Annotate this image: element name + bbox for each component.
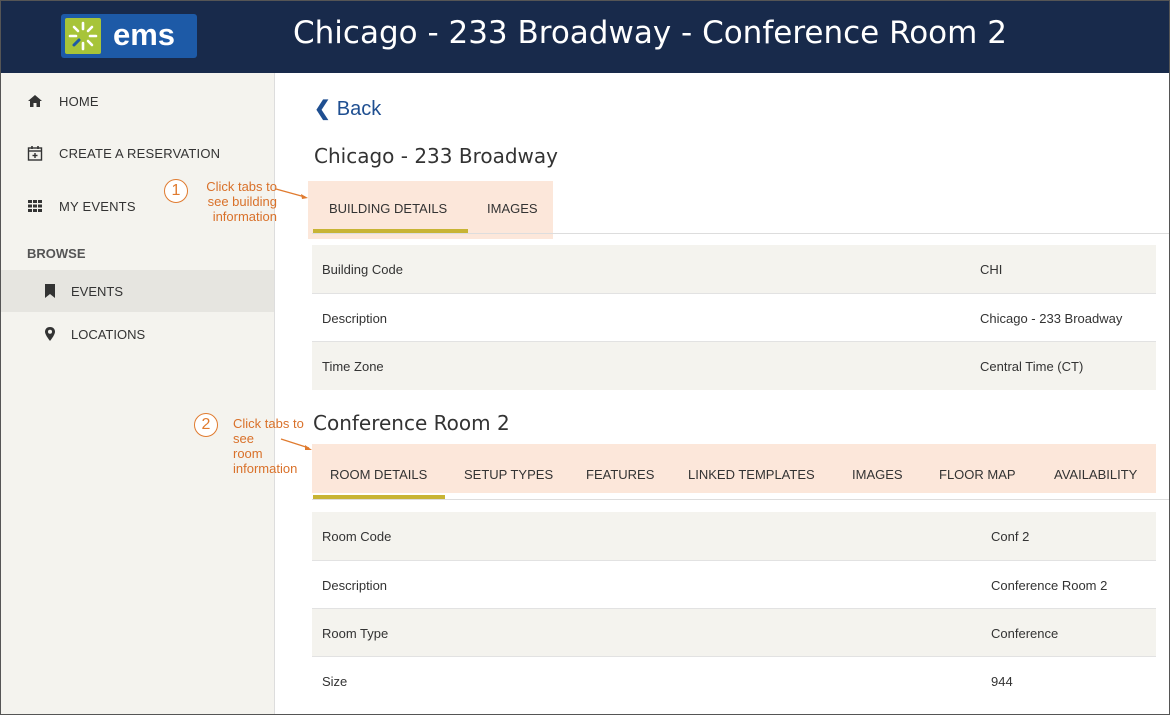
annotation-line: Click tabs to <box>233 416 304 431</box>
table-row: Description Chicago - 233 Broadway <box>312 294 1156 342</box>
annotation-number-1: 1 <box>164 179 188 203</box>
row-key: Description <box>322 311 388 326</box>
row-value: CHI <box>980 262 1003 277</box>
tab-room-images[interactable]: IMAGES <box>852 467 903 482</box>
browse-heading: BROWSE <box>27 246 86 261</box>
row-key: Size <box>322 674 348 689</box>
calendar-plus-icon <box>27 145 43 161</box>
map-pin-icon <box>43 326 57 342</box>
row-value: Central Time (CT) <box>980 359 1084 374</box>
annotation-arrow-2 <box>280 438 312 450</box>
table-row: Description Conference Room 2 <box>312 561 1156 609</box>
tab-building-images[interactable]: IMAGES <box>487 201 538 216</box>
back-link[interactable]: ❮ Back <box>314 96 381 121</box>
annotation-line: Click tabs to <box>206 179 277 194</box>
annotation-arrow-1 <box>275 188 308 199</box>
row-key: Description <box>322 578 388 593</box>
row-value: Conference <box>991 626 1059 641</box>
room-title: Conference Room 2 <box>313 411 510 435</box>
top-bar: ems Chicago - 233 Broadway - Conference … <box>1 1 1169 73</box>
table-row: Time Zone Central Time (CT) <box>312 342 1156 390</box>
sidebar-item-label: MY EVENTS <box>59 199 136 214</box>
app-window: ems Chicago - 233 Broadway - Conference … <box>0 0 1170 715</box>
sidebar-item-create-reservation[interactable]: CREATE A RESERVATION <box>1 133 274 173</box>
tab-divider <box>312 233 1169 234</box>
annotation-number-2: 2 <box>194 413 218 437</box>
tab-setup-types[interactable]: SETUP TYPES <box>464 467 553 482</box>
tab-availability[interactable]: AVAILABILITY <box>1054 467 1137 482</box>
row-key: Room Code <box>322 529 392 544</box>
bookmark-icon <box>43 283 57 299</box>
tab-room-details[interactable]: ROOM DETAILS <box>330 467 427 482</box>
row-key: Room Type <box>322 626 389 641</box>
table-row: Building Code CHI <box>312 245 1156 293</box>
row-value: 944 <box>991 674 1013 689</box>
annotation-line: information <box>233 461 298 476</box>
tab-building-details[interactable]: BUILDING DETAILS <box>329 201 447 216</box>
home-icon <box>27 93 43 109</box>
table-row: Room Code Conf 2 <box>312 512 1156 560</box>
annotation-line: see building <box>207 194 277 209</box>
sidebar-item-events[interactable]: EVENTS <box>1 270 274 312</box>
sidebar-item-locations[interactable]: LOCATIONS <box>1 313 274 355</box>
annotation-line: information <box>212 209 277 224</box>
sidebar-item-label: HOME <box>59 94 99 109</box>
sidebar: HOME CREATE A RESERVATION MY EVENTS BROW… <box>1 73 275 714</box>
sunburst-logo-icon <box>65 18 101 54</box>
row-value: Conf 2 <box>991 529 1030 544</box>
annotation-text-1: Click tabs to see building information <box>193 179 277 224</box>
sidebar-item-label: EVENTS <box>71 284 124 299</box>
building-title: Chicago - 233 Broadway <box>314 144 558 168</box>
tab-features[interactable]: FEATURES <box>586 467 654 482</box>
sidebar-item-label: CREATE A RESERVATION <box>59 146 221 161</box>
row-value: Chicago - 233 Broadway <box>980 311 1123 326</box>
chevron-left-icon: ❮ <box>314 98 331 120</box>
page-title: Chicago - 233 Broadway - Conference Room… <box>293 15 1007 51</box>
row-value: Conference Room 2 <box>991 578 1108 593</box>
table-row: Room Type Conference <box>312 609 1156 657</box>
row-key: Building Code <box>322 262 403 277</box>
sidebar-item-label: LOCATIONS <box>71 327 146 342</box>
sidebar-item-home[interactable]: HOME <box>1 81 274 121</box>
back-label: Back <box>336 98 382 120</box>
table-row: Size 944 <box>312 657 1156 705</box>
ems-logo[interactable]: ems <box>61 14 197 58</box>
row-key: Time Zone <box>322 359 384 374</box>
tab-floor-map[interactable]: FLOOR MAP <box>939 467 1016 482</box>
logo-text: ems <box>113 17 176 52</box>
tab-divider <box>312 499 1169 500</box>
tab-linked-templates[interactable]: LINKED TEMPLATES <box>688 467 815 482</box>
grid-icon <box>27 198 43 214</box>
